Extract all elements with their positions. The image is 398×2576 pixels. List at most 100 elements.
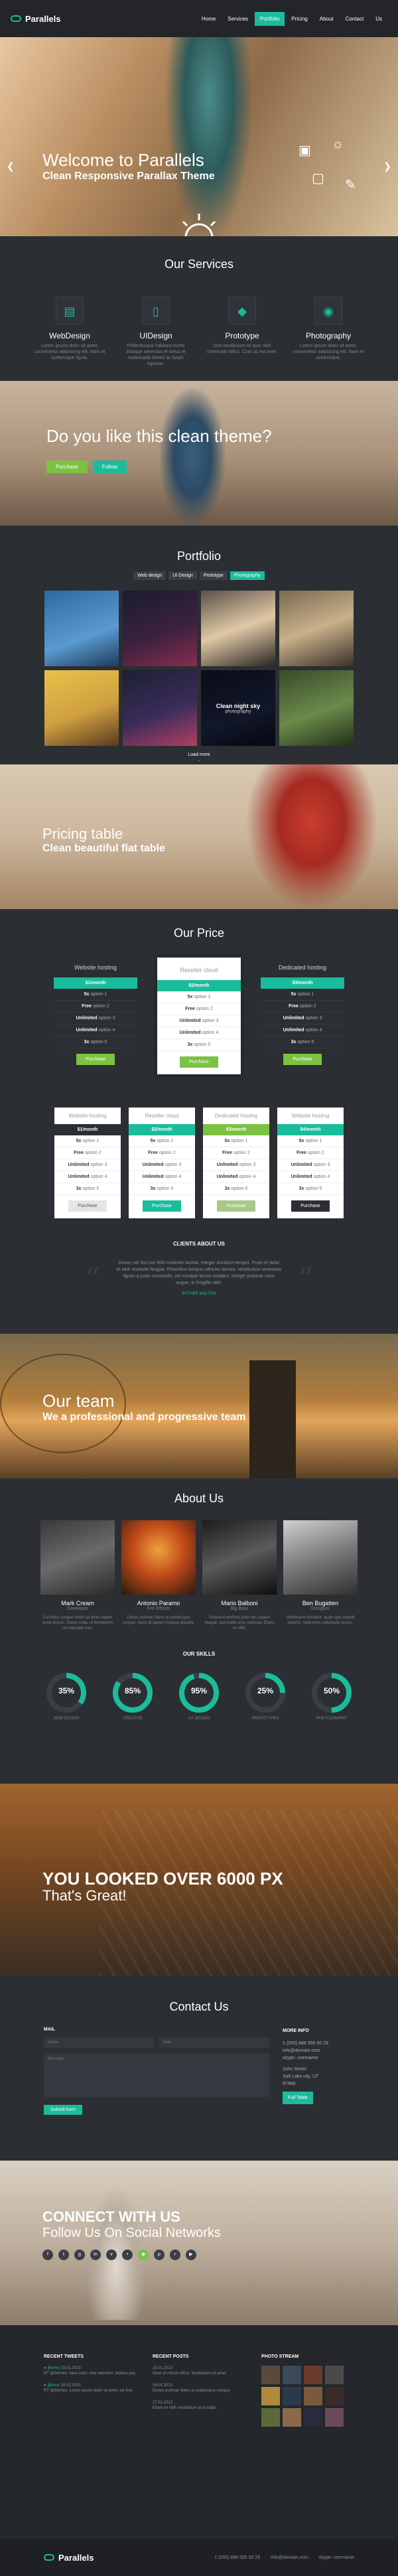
photo-thumb[interactable]	[261, 2387, 280, 2405]
purchase-button[interactable]: Purchase	[143, 1200, 181, 1212]
google-plus-icon[interactable]: g	[74, 2250, 85, 2260]
gauge-chart: 35%	[45, 1672, 88, 1714]
brand-name: Parallels	[25, 13, 61, 24]
post[interactable]: 15.01.2013 Nunc id rutrum tellus. Vestib…	[153, 2366, 245, 2376]
photo-thumb[interactable]	[325, 2387, 344, 2405]
photo-thumb[interactable]	[304, 2408, 322, 2427]
vimeo-icon[interactable]: v	[106, 2250, 117, 2260]
portfolio-item[interactable]	[201, 591, 275, 666]
portfolio-item[interactable]	[123, 670, 197, 746]
slider-next-arrow-icon[interactable]: ❯	[383, 161, 391, 172]
clean-theme-banner: Do you like this clean theme? Purchase F…	[0, 381, 398, 526]
follow-button[interactable]: Follow	[92, 461, 127, 473]
purchase-button[interactable]: Purchase	[283, 1054, 322, 1065]
photo-thumb[interactable]	[283, 2387, 301, 2405]
nav-item-pricing[interactable]: Pricing	[286, 12, 312, 26]
info-label: MORE INFO	[283, 2029, 309, 2033]
contact-section: Contact Us MAIL Submit form MORE INFO 1 …	[0, 1976, 398, 2161]
youtube-icon[interactable]: ▶	[186, 2250, 196, 2260]
skill-gauge: 25% PROTOTYPES	[244, 1672, 287, 1721]
facebook-icon[interactable]: f	[42, 2250, 53, 2260]
load-more-button[interactable]: Load more ⌄	[0, 752, 398, 762]
clean-theme-buttons: Purchase Follow	[46, 461, 127, 473]
photo-thumb[interactable]	[325, 2366, 344, 2384]
pricing-section: Our Price Website hosting $1/month 5x op…	[0, 909, 398, 1334]
clean-theme-title: Do you like this clean theme?	[46, 426, 272, 446]
brand-logo[interactable]: Parallels	[11, 14, 61, 24]
submit-button[interactable]: Submit form	[44, 2105, 82, 2115]
info-email[interactable]: info@domain.com	[283, 2047, 328, 2054]
footer-logo[interactable]: Parallels	[44, 2553, 94, 2563]
gauge-chart: 50%	[310, 1672, 353, 1714]
footer-email[interactable]: info@domain.com	[271, 2555, 308, 2560]
purchase-button[interactable]: Purchase	[180, 1056, 218, 1068]
nav-item-home[interactable]: Home	[196, 12, 221, 26]
nav-item-contact[interactable]: Contact	[340, 12, 369, 26]
footer-columns: RECENT TWEETS ● @envy 15.01.2013 RT @the…	[44, 2354, 354, 2427]
about-title: About Us	[174, 1492, 224, 1505]
nav-item-services[interactable]: Services	[222, 12, 253, 26]
portfolio-item[interactable]	[44, 670, 119, 746]
filter-prototype[interactable]: Prototype	[199, 571, 228, 580]
portfolio-filters: Web design UI Design Prototype Photograp…	[0, 571, 398, 580]
purchase-button[interactable]: Purchase	[46, 461, 88, 473]
plan-feature: Free option 2	[129, 1147, 195, 1159]
purchase-button[interactable]: Purchase	[217, 1200, 255, 1212]
filter-ui-design[interactable]: UI Design	[168, 571, 197, 580]
quote-row: “ Donec vel dui non felis molestie lacin…	[0, 1260, 398, 1297]
dribbble-icon[interactable]: ◉	[138, 2250, 149, 2260]
nav-item-portfolio[interactable]: Portfolio	[254, 11, 285, 26]
name-input[interactable]	[44, 2037, 154, 2048]
avatar	[202, 1520, 277, 1595]
post[interactable]: 17.01.2013 Etiam mi nibh vestibulum at s…	[153, 2400, 245, 2411]
rss-icon[interactable]: r	[170, 2250, 180, 2260]
portfolio-item[interactable]	[44, 591, 119, 666]
cube-icon: ▢	[312, 171, 324, 186]
photo-thumb[interactable]	[283, 2366, 301, 2384]
full-table-button[interactable]: Full Table	[283, 2092, 313, 2104]
nav-item-about[interactable]: About	[314, 12, 339, 26]
social-banner: CONNECT WITH US Follow Us On Social Netw…	[0, 2161, 398, 2325]
post[interactable]: 16.01.2013 Donec pulvinar libero at scel…	[153, 2383, 245, 2394]
email-input[interactable]	[159, 2037, 269, 2048]
filter-web-design[interactable]: Web design	[133, 571, 166, 580]
photo-thumb[interactable]	[325, 2408, 344, 2427]
photos-label: PHOTO STREAM	[261, 2354, 299, 2359]
skill-name: CREATIVE	[123, 1717, 143, 1721]
post-date: 16.01.2013	[153, 2384, 173, 2388]
phone-icon: ▯	[142, 297, 170, 324]
photo-thumb[interactable]	[304, 2366, 322, 2384]
photo-thumb[interactable]	[304, 2387, 322, 2405]
pinterest-icon[interactable]: p	[154, 2250, 165, 2260]
post-text: Donec pulvinar libero at scelerisque con…	[153, 2389, 232, 2393]
plan-feature: Free option 2	[261, 1001, 344, 1013]
portfolio-item-hovered[interactable]: Clean night sky photography	[201, 670, 275, 746]
plan-feature: Free option 2	[54, 1001, 137, 1013]
service-text: Pellentesque habitant morbi tristique se…	[126, 344, 186, 366]
member-role: Designer	[310, 1607, 330, 1611]
purchase-button[interactable]: Purchase	[291, 1200, 330, 1212]
tweets-label: RECENT TWEETS	[44, 2354, 84, 2359]
portfolio-item[interactable]	[279, 670, 354, 746]
linkedin-icon[interactable]: in	[90, 2250, 101, 2260]
photo-thumb[interactable]	[261, 2366, 280, 2384]
message-textarea[interactable]	[44, 2053, 269, 2097]
portfolio-item[interactable]	[123, 591, 197, 666]
plan-feature: Free option 2	[203, 1147, 269, 1159]
portfolio-item[interactable]	[279, 591, 354, 666]
twitter-icon[interactable]: t	[58, 2250, 69, 2260]
team-member: Ben Bugatten Designer Vestibulum tincidu…	[283, 1520, 358, 1631]
nav-item-us[interactable]: Us	[370, 12, 387, 26]
purchase-button[interactable]: Purchase	[68, 1200, 107, 1212]
service-title: Photography	[305, 331, 352, 340]
photo-thumb[interactable]	[283, 2408, 301, 2427]
tweet-author[interactable]: @envy	[47, 2366, 60, 2370]
portfolio-grid: Clean night sky photography	[0, 591, 398, 746]
photo-thumb[interactable]	[261, 2408, 280, 2427]
slider-prev-arrow-icon[interactable]: ❮	[7, 161, 15, 172]
purchase-button[interactable]: Purchase	[76, 1054, 115, 1065]
filter-photography[interactable]: Photography	[230, 571, 265, 580]
flickr-icon[interactable]: •	[122, 2250, 133, 2260]
tweet-author[interactable]: @envy	[47, 2384, 60, 2388]
tower-building	[249, 1360, 296, 1478]
